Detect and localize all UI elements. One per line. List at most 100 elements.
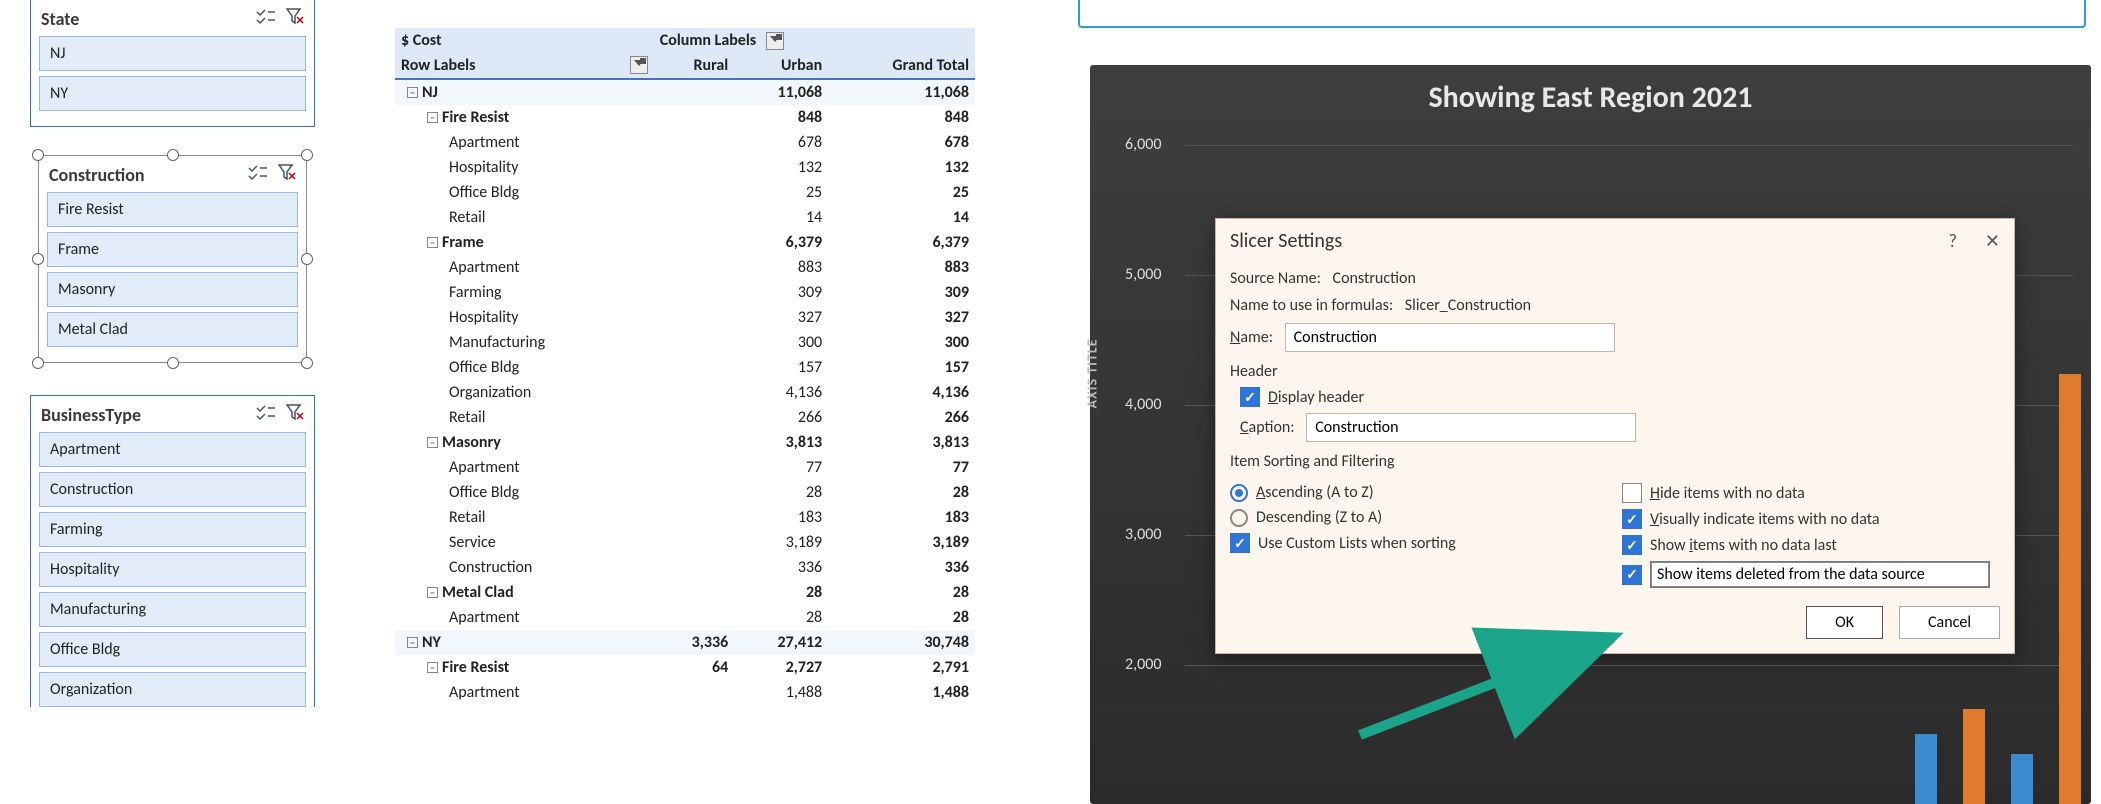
slicer-construction[interactable]: Construction — [30, 149, 315, 373]
use-custom-lists-label: Use Custom Lists when sorting — [1258, 534, 1456, 553]
column-filter-button[interactable] — [766, 32, 784, 50]
hide-no-data-checkbox[interactable] — [1622, 483, 1642, 503]
cell-value: 183 — [734, 505, 828, 530]
slicer-item[interactable]: Construction — [39, 472, 306, 507]
table-row[interactable]: Construction336336 — [395, 555, 975, 580]
table-row[interactable]: Retail183183 — [395, 505, 975, 530]
slicer-item[interactable]: Office Bldg — [39, 632, 306, 667]
resize-handle[interactable] — [32, 149, 44, 161]
slicer-item[interactable]: Hospitality — [39, 552, 306, 587]
slicer-item[interactable]: Apartment — [39, 432, 306, 467]
table-row[interactable]: Hospitality132132 — [395, 155, 975, 180]
close-icon[interactable]: ✕ — [1985, 230, 2000, 252]
row-label: Apartment — [449, 608, 520, 627]
collapse-icon[interactable]: − — [427, 237, 438, 248]
help-icon[interactable]: ? — [1949, 230, 1957, 252]
table-row[interactable]: Office Bldg2525 — [395, 180, 975, 205]
slicer-item[interactable]: Manufacturing — [39, 592, 306, 627]
table-row[interactable]: Apartment7777 — [395, 455, 975, 480]
row-filter-button[interactable] — [630, 56, 648, 74]
table-row[interactable]: Retail266266 — [395, 405, 975, 430]
display-header-label: Display header — [1268, 388, 1364, 407]
cell-value: 266 — [734, 405, 828, 430]
collapse-icon[interactable]: − — [407, 87, 418, 98]
ok-button[interactable]: OK — [1806, 606, 1883, 639]
ascending-radio[interactable] — [1230, 484, 1248, 502]
descending-radio[interactable] — [1230, 509, 1248, 527]
multi-select-icon[interactable] — [256, 405, 276, 425]
resize-handle[interactable] — [301, 253, 313, 265]
table-row[interactable]: −Fire Resist848848 — [395, 105, 975, 130]
collapse-icon[interactable]: − — [407, 637, 418, 648]
table-row[interactable]: Manufacturing300300 — [395, 330, 975, 355]
table-row[interactable]: Office Bldg2828 — [395, 480, 975, 505]
name-input[interactable] — [1285, 323, 1615, 352]
collapse-icon[interactable]: − — [427, 112, 438, 123]
cancel-button[interactable]: Cancel — [1899, 606, 2000, 639]
table-row[interactable]: −NJ11,06811,068 — [395, 79, 975, 105]
show-deleted-label-input[interactable] — [1650, 561, 1990, 588]
collapse-icon[interactable]: − — [427, 662, 438, 673]
slicer-item[interactable]: NJ — [39, 36, 306, 71]
slicer-item[interactable]: Masonry — [47, 272, 298, 307]
clear-filter-icon[interactable] — [278, 164, 296, 186]
table-row[interactable]: Hospitality327327 — [395, 305, 975, 330]
slicer-settings-dialog[interactable]: Slicer Settings ? ✕ Source Name: Constru… — [1215, 218, 2015, 654]
slicer-state[interactable]: State NJ NY — [30, 0, 315, 127]
cell-value: 11,068 — [734, 79, 828, 105]
table-row[interactable]: −Metal Clad2828 — [395, 580, 975, 605]
multi-select-icon[interactable] — [248, 165, 268, 185]
multi-select-icon[interactable] — [256, 9, 276, 29]
display-header-checkbox[interactable] — [1240, 387, 1260, 407]
caption-input[interactable] — [1306, 413, 1636, 442]
table-row[interactable]: Farming309309 — [395, 280, 975, 305]
resize-handle[interactable] — [32, 253, 44, 265]
gridline — [1185, 145, 2073, 146]
slicer-item[interactable]: Metal Clad — [47, 312, 298, 347]
row-label: Organization — [449, 383, 531, 402]
table-row[interactable]: Apartment2828 — [395, 605, 975, 630]
slicer-item[interactable]: NY — [39, 76, 306, 111]
cell-value — [654, 555, 734, 580]
resize-handle[interactable] — [167, 357, 179, 369]
show-no-data-last-checkbox[interactable] — [1622, 535, 1642, 555]
table-row[interactable]: Apartment1,4881,488 — [395, 680, 975, 705]
table-row[interactable]: −Frame6,3796,379 — [395, 230, 975, 255]
hide-no-data-label: Hide items with no data — [1650, 484, 1805, 503]
cell-value: 28 — [828, 580, 975, 605]
table-row[interactable]: Service3,1893,189 — [395, 530, 975, 555]
resize-handle[interactable] — [167, 149, 179, 161]
slicer-item[interactable]: Organization — [39, 672, 306, 707]
slicer-item[interactable]: Frame — [47, 232, 298, 267]
source-name-value: Construction — [1333, 269, 1416, 288]
cell-value — [654, 355, 734, 380]
dialog-title: Slicer Settings — [1230, 229, 1342, 253]
cell-value — [654, 330, 734, 355]
clear-filter-icon[interactable] — [286, 404, 304, 426]
pivot-table[interactable]: $ Cost Column Labels Row Labels Rural Ur… — [395, 28, 975, 705]
use-custom-lists-checkbox[interactable] — [1230, 533, 1250, 553]
slicer-businesstype[interactable]: BusinessType Apartment Const — [30, 395, 315, 707]
table-row[interactable]: Organization4,1364,136 — [395, 380, 975, 405]
table-row[interactable]: Apartment883883 — [395, 255, 975, 280]
resize-handle[interactable] — [32, 357, 44, 369]
clear-filter-icon[interactable] — [286, 8, 304, 30]
table-row[interactable]: Office Bldg157157 — [395, 355, 975, 380]
resize-handle[interactable] — [301, 149, 313, 161]
row-label: Office Bldg — [449, 483, 519, 502]
visually-indicate-checkbox[interactable] — [1622, 509, 1642, 529]
slicer-item[interactable]: Farming — [39, 512, 306, 547]
show-deleted-checkbox[interactable] — [1622, 565, 1642, 585]
table-row[interactable]: −Fire Resist642,7272,791 — [395, 655, 975, 680]
cell-value: 300 — [734, 330, 828, 355]
collapse-icon[interactable]: − — [427, 587, 438, 598]
table-row[interactable]: −NY3,33627,41230,748 — [395, 630, 975, 655]
table-row[interactable]: Retail1414 — [395, 205, 975, 230]
slicer-item[interactable]: Fire Resist — [47, 192, 298, 227]
table-row[interactable]: −Masonry3,8133,813 — [395, 430, 975, 455]
cell-value: 4,136 — [828, 380, 975, 405]
table-row[interactable]: Apartment678678 — [395, 130, 975, 155]
resize-handle[interactable] — [301, 357, 313, 369]
collapse-icon[interactable]: − — [427, 437, 438, 448]
cell-value: 28 — [734, 605, 828, 630]
